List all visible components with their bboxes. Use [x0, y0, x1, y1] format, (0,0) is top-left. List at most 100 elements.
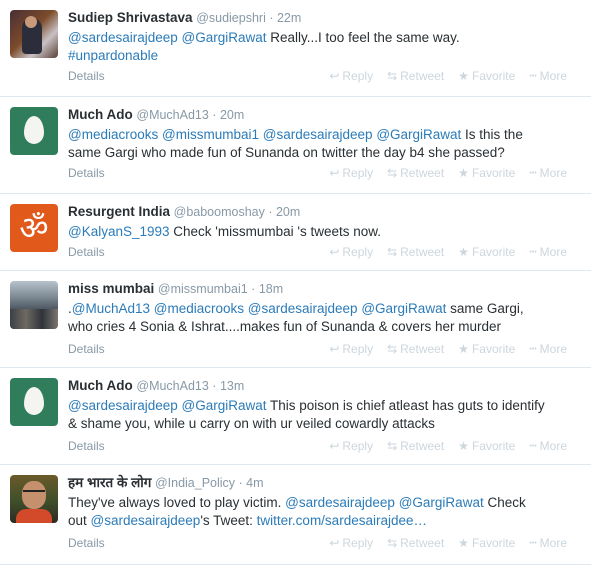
user-fullname[interactable]: Sudiep Shrivastava: [68, 10, 193, 25]
retweet-icon: ⇆: [387, 342, 398, 356]
user-fullname[interactable]: हम भारत के लोग: [68, 475, 151, 490]
url-link[interactable]: twitter.com/sardesairajdee…: [257, 513, 427, 528]
sudiep-avatar[interactable]: [10, 10, 58, 58]
details-link[interactable]: Details: [68, 245, 105, 259]
tweet-timestamp[interactable]: 20m: [276, 205, 300, 219]
mention-link[interactable]: @sardesairajdeep: [68, 30, 178, 45]
mention-link[interactable]: @KalyanS_1993: [68, 224, 170, 239]
tweet[interactable]: Sudiep Shrivastava @sudiepshri · 22m @sar…: [0, 0, 591, 97]
mention-link[interactable]: @MuchAd13: [72, 301, 150, 316]
mention-link[interactable]: @GargiRawat: [361, 301, 446, 316]
user-fullname[interactable]: Much Ado: [68, 107, 133, 122]
avatar-rocks: [10, 309, 58, 329]
retweet-button[interactable]: ⇆ Retweet: [387, 536, 444, 550]
retweet-button[interactable]: ⇆ Retweet: [387, 245, 444, 259]
reply-button[interactable]: ↩ Reply: [329, 536, 373, 550]
reply-button[interactable]: ↩ Reply: [329, 245, 373, 259]
tweet-timestamp[interactable]: 18m: [259, 282, 283, 296]
more-button[interactable]: ••• More: [529, 69, 567, 83]
mention-link[interactable]: @sardesairajdeep: [263, 127, 373, 142]
tweet-header: Resurgent India @baboomoshay · 20m: [68, 203, 583, 221]
mention-link[interactable]: @GargiRawat: [399, 495, 484, 510]
retweet-button[interactable]: ⇆ Retweet: [387, 439, 444, 453]
egg-shape: [24, 116, 44, 144]
more-label: More: [539, 245, 567, 259]
tweet-timestamp[interactable]: 13m: [220, 379, 244, 393]
user-handle[interactable]: @missmumbai1: [158, 282, 248, 296]
reply-button[interactable]: ↩ Reply: [329, 166, 373, 180]
more-button[interactable]: ••• More: [529, 342, 567, 356]
favorite-button[interactable]: ★ Favorite: [458, 536, 515, 550]
more-button[interactable]: ••• More: [529, 439, 567, 453]
mention-link[interactable]: @GargiRawat: [182, 398, 267, 413]
details-link[interactable]: Details: [68, 342, 105, 356]
mention-link[interactable]: @sardesairajdeep: [91, 513, 201, 528]
details-link[interactable]: Details: [68, 536, 105, 550]
separator-dot: ·: [247, 282, 259, 296]
person-avatar[interactable]: [10, 475, 58, 523]
tweet[interactable]: Much Ado @MuchAd13 · 20m @mediacrooks @mi…: [0, 97, 591, 194]
tweet-text-line: & shame you, while u carry on with ur ve…: [68, 415, 583, 433]
mention-link[interactable]: @GargiRawat: [182, 30, 267, 45]
tweet[interactable]: ॐ Resurgent India @baboomoshay · 20m @Kaly…: [0, 194, 591, 271]
user-handle[interactable]: @MuchAd13: [136, 379, 208, 393]
retweet-button[interactable]: ⇆ Retweet: [387, 166, 444, 180]
tweet-text-segment: They've always loved to play victim.: [68, 495, 286, 510]
reply-button[interactable]: ↩ Reply: [329, 342, 373, 356]
tweet-text-line: @sardesairajdeep @GargiRawat This poison…: [68, 397, 583, 415]
user-handle[interactable]: @MuchAd13: [136, 108, 208, 122]
egg-avatar[interactable]: [10, 107, 58, 155]
favorite-button[interactable]: ★ Favorite: [458, 245, 515, 259]
user-fullname[interactable]: Resurgent India: [68, 204, 170, 219]
more-label: More: [539, 536, 567, 550]
more-icon: •••: [529, 346, 537, 353]
tweet[interactable]: Much Ado @MuchAd13 · 13m @sardesairajdeep…: [0, 368, 591, 465]
mention-link[interactable]: @missmumbai1: [162, 127, 259, 142]
mention-link[interactable]: @sardesairajdeep: [68, 398, 178, 413]
mention-link[interactable]: @mediacrooks: [68, 127, 158, 142]
more-button[interactable]: ••• More: [529, 166, 567, 180]
retweet-button[interactable]: ⇆ Retweet: [387, 69, 444, 83]
more-label: More: [539, 166, 567, 180]
user-handle[interactable]: @India_Policy: [155, 476, 235, 490]
mention-link[interactable]: @GargiRawat: [376, 127, 461, 142]
reply-label: Reply: [342, 536, 374, 550]
mention-link[interactable]: @sardesairajdeep: [285, 495, 395, 510]
reply-button[interactable]: ↩ Reply: [329, 439, 373, 453]
egg-avatar[interactable]: [10, 378, 58, 426]
details-link[interactable]: Details: [68, 69, 105, 83]
tweet-text-line: same Gargi who made fun of Sunanda on tw…: [68, 144, 583, 162]
mention-link[interactable]: @sardesairajdeep: [248, 301, 358, 316]
more-button[interactable]: ••• More: [529, 245, 567, 259]
user-fullname[interactable]: miss mumbai: [68, 281, 154, 296]
more-label: More: [539, 342, 567, 356]
more-button[interactable]: ••• More: [529, 536, 567, 550]
user-handle[interactable]: @sudiepshri: [196, 11, 266, 25]
tweet-timestamp[interactable]: 20m: [220, 108, 244, 122]
user-fullname[interactable]: Much Ado: [68, 378, 133, 393]
hashtag-link[interactable]: #unpardonable: [68, 48, 158, 63]
retweet-button[interactable]: ⇆ Retweet: [387, 342, 444, 356]
tweet[interactable]: miss mumbai @missmumbai1 · 18m .@MuchAd13…: [0, 271, 591, 368]
tweet[interactable]: हम भारत के लोग @India_Policy · 4m They've…: [0, 465, 591, 565]
tweet-actions: ↩ Reply ⇆ Retweet ★ Favorite ••• More: [315, 245, 567, 259]
retweet-label: Retweet: [400, 69, 445, 83]
favorite-button[interactable]: ★ Favorite: [458, 342, 515, 356]
landscape-avatar[interactable]: [10, 281, 58, 329]
tweet-content: miss mumbai @missmumbai1 · 18m .@MuchAd13…: [68, 280, 583, 336]
separator-dot: ·: [264, 205, 276, 219]
reply-button[interactable]: ↩ Reply: [329, 69, 373, 83]
favorite-button[interactable]: ★ Favorite: [458, 166, 515, 180]
tweet-timestamp[interactable]: 4m: [246, 476, 263, 490]
details-link[interactable]: Details: [68, 166, 105, 180]
mention-link[interactable]: @mediacrooks: [154, 301, 244, 316]
favorite-button[interactable]: ★ Favorite: [458, 69, 515, 83]
user-handle[interactable]: @baboomoshay: [174, 205, 265, 219]
tweet-timestamp[interactable]: 22m: [277, 11, 301, 25]
details-link[interactable]: Details: [68, 439, 105, 453]
tweet-actions: ↩ Reply ⇆ Retweet ★ Favorite ••• More: [315, 69, 567, 83]
favorite-button[interactable]: ★ Favorite: [458, 439, 515, 453]
timeline: Sudiep Shrivastava @sudiepshri · 22m @sar…: [0, 0, 591, 565]
om-avatar[interactable]: ॐ: [10, 204, 58, 252]
favorite-label: Favorite: [471, 166, 516, 180]
